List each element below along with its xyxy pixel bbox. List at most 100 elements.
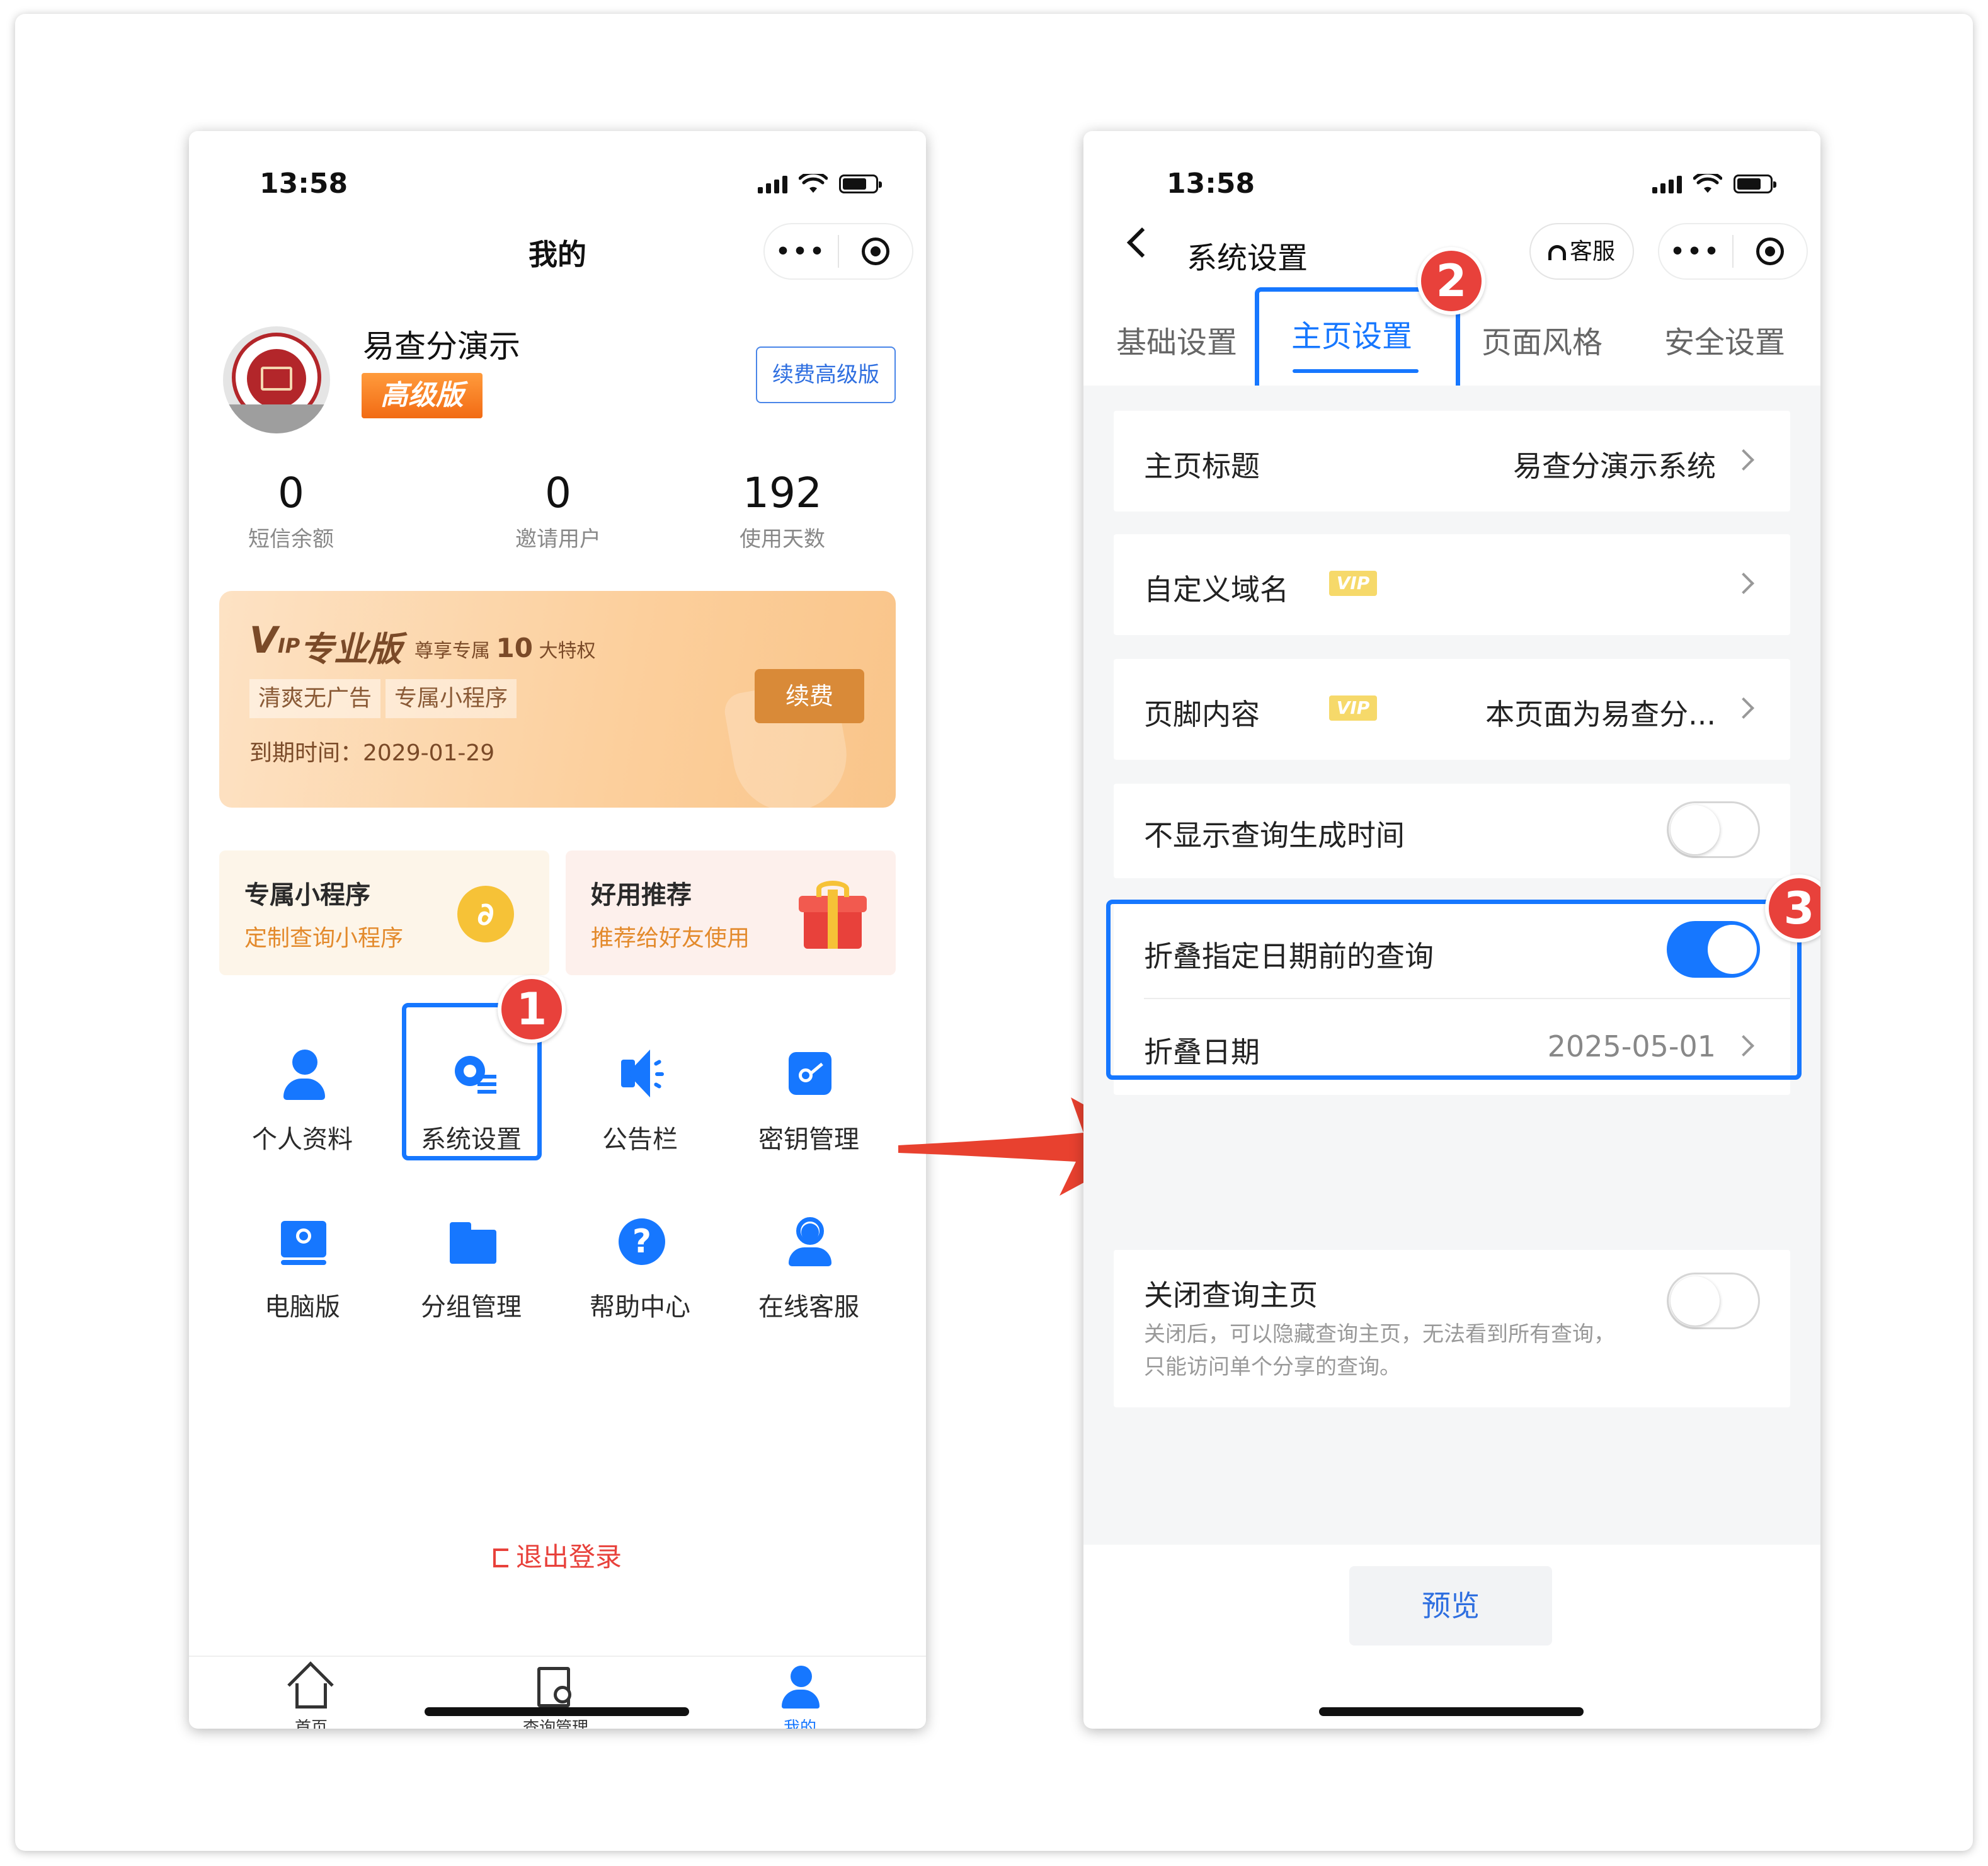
home-indicator: [425, 1707, 689, 1716]
folder-icon: [450, 1217, 496, 1268]
vip-tier: 专业版: [300, 629, 402, 669]
status-time: 13:58: [260, 168, 348, 200]
kefu-label: 客服: [1569, 239, 1615, 265]
grid-personal-info[interactable]: 个人资料: [218, 1026, 387, 1171]
phone-my-page: 13:58 我的 ••• 易查分演示 高级版 续费高级版 0 短信余额 0 邀请…: [189, 131, 926, 1729]
promo-subtitle: 定制查询小程序: [244, 925, 404, 951]
renew-premium-button[interactable]: 续费高级版: [756, 346, 896, 403]
wifi-icon: [1693, 174, 1722, 193]
mini-program-icon: ∂: [457, 886, 514, 942]
school-logo-icon: [261, 367, 292, 391]
grid-help-center[interactable]: ? 帮助中心: [556, 1193, 724, 1338]
highlight-fold-settings: [1106, 900, 1802, 1080]
vip-badge: VIP: [1329, 571, 1377, 596]
me-icon: [778, 1666, 822, 1710]
logout-icon: [493, 1548, 508, 1567]
preview-button[interactable]: 预览: [1349, 1566, 1552, 1646]
grid-label: 个人资料: [252, 1125, 353, 1154]
query-icon: [534, 1666, 578, 1710]
status-icons: [1652, 174, 1776, 194]
person-icon: [281, 1050, 326, 1100]
setting-custom-domain[interactable]: 自定义域名 VIP: [1114, 534, 1790, 635]
customer-service-icon: [787, 1217, 833, 1268]
setting-label: 不显示查询生成时间: [1144, 818, 1405, 852]
grid-label: 电脑版: [265, 1293, 340, 1322]
setting-label: 自定义域名: [1144, 573, 1289, 607]
avatar[interactable]: [223, 326, 330, 433]
tab-security-settings[interactable]: 安全设置: [1664, 318, 1785, 362]
tab-query-management[interactable]: 查询管理: [493, 1666, 619, 1729]
vip-tag: 清爽无广告: [249, 679, 381, 718]
stat-label: 使用天数: [740, 527, 825, 552]
hide-time-toggle[interactable]: [1667, 801, 1760, 858]
more-icon[interactable]: •••: [1659, 239, 1732, 265]
promo-subtitle: 推荐给好友使用: [591, 925, 750, 951]
vip-perk: 尊享专属 10 大特权: [414, 632, 596, 663]
setting-hide-generate-time: 不显示查询生成时间: [1114, 784, 1790, 878]
chevron-right-icon: [1733, 697, 1754, 719]
chevron-right-icon: [1733, 449, 1754, 471]
tab-me[interactable]: 我的: [737, 1666, 863, 1729]
setting-label: 页脚内容: [1144, 697, 1260, 731]
battery-icon: [1734, 175, 1776, 193]
tab-label: 我的: [783, 1719, 816, 1729]
setting-close-home: 关闭查询主页 关闭后，可以隐藏查询主页，无法看到所有查询，只能访问单个分享的查询…: [1114, 1250, 1790, 1407]
more-icon[interactable]: •••: [765, 239, 838, 265]
stat-sms-balance[interactable]: 0 短信余额: [209, 469, 373, 552]
stat-label: 邀请用户: [515, 527, 601, 552]
promo-mini-program[interactable]: 专属小程序 定制查询小程序 ∂: [219, 850, 549, 975]
tab-home[interactable]: 首页: [248, 1661, 374, 1729]
phone-system-settings: 13:58 系统设置 客服 ••• 基础设置 主页设置 页面风格 安全设置 2 …: [1083, 131, 1820, 1729]
setting-label: 主页标题: [1144, 449, 1260, 483]
home-indicator: [1319, 1707, 1584, 1716]
tab-label: 查询管理: [522, 1719, 588, 1729]
grid-label: 分组管理: [421, 1293, 522, 1322]
grid-announcements[interactable]: 公告栏: [556, 1026, 724, 1171]
setting-home-title[interactable]: 主页标题 易查分演示系统: [1114, 411, 1790, 512]
setting-description: 关闭后，可以隐藏查询主页，无法看到所有查询，只能访问单个分享的查询。: [1144, 1322, 1615, 1380]
vip-card[interactable]: VIP 专业版 尊享专属 10 大特权 清爽无广告 专属小程序 到期时间：202…: [219, 591, 896, 808]
stat-value: 192: [743, 469, 822, 517]
status-icons: [758, 174, 882, 194]
logout-button[interactable]: 退出登录: [189, 1536, 926, 1574]
grid-label: 在线客服: [758, 1293, 859, 1322]
promo-recommend[interactable]: 好用推荐 推荐给好友使用: [566, 850, 896, 975]
step-badge-1: 1: [498, 975, 566, 1043]
user-name: 易查分演示: [363, 328, 520, 365]
wifi-icon: [799, 174, 828, 193]
stat-value: 0: [545, 469, 571, 517]
close-target-icon[interactable]: [1734, 238, 1807, 265]
vip-expire: 到期时间：2029-01-29: [249, 740, 495, 766]
page-title: 系统设置: [1187, 241, 1308, 276]
speaker-icon: [619, 1050, 664, 1100]
setting-value: 易查分演示系统: [1513, 449, 1716, 483]
grid-key-management[interactable]: 密钥管理: [724, 1026, 893, 1171]
vip-logo: VIP: [249, 619, 300, 661]
key-icon: [787, 1050, 833, 1100]
setting-value: 本页面为易查分...: [1485, 697, 1716, 731]
signal-icon: [758, 175, 787, 193]
home-icon: [287, 1661, 334, 1710]
grid-desktop[interactable]: 电脑版: [218, 1193, 387, 1338]
stat-invited-users[interactable]: 0 邀请用户: [476, 469, 640, 552]
close-home-toggle[interactable]: [1667, 1273, 1760, 1329]
vip-renew-button[interactable]: 续费: [755, 669, 864, 723]
vip-badge: VIP: [1329, 695, 1377, 721]
tab-bar: 首页 查询管理 我的: [189, 1656, 926, 1729]
stat-usage-days[interactable]: 192 使用天数: [700, 469, 864, 552]
back-arrow-icon[interactable]: [1126, 227, 1158, 258]
mini-program-capsule[interactable]: •••: [1658, 223, 1808, 280]
tab-basic-settings[interactable]: 基础设置: [1116, 318, 1237, 362]
chevron-right-icon: [1733, 573, 1754, 594]
tab-page-style[interactable]: 页面风格: [1482, 318, 1602, 362]
setting-label: 关闭查询主页: [1144, 1278, 1318, 1312]
grid-group-management[interactable]: 分组管理: [387, 1193, 556, 1338]
customer-service-button[interactable]: 客服: [1529, 223, 1634, 280]
help-icon: ?: [619, 1217, 665, 1268]
gift-icon: [799, 881, 867, 949]
setting-footer-content[interactable]: 页脚内容 VIP 本页面为易查分...: [1114, 659, 1790, 760]
grid-online-service[interactable]: 在线客服: [724, 1193, 893, 1338]
mini-program-capsule[interactable]: •••: [763, 223, 913, 280]
close-target-icon[interactable]: [839, 238, 912, 265]
grid-label: 密钥管理: [758, 1125, 859, 1154]
